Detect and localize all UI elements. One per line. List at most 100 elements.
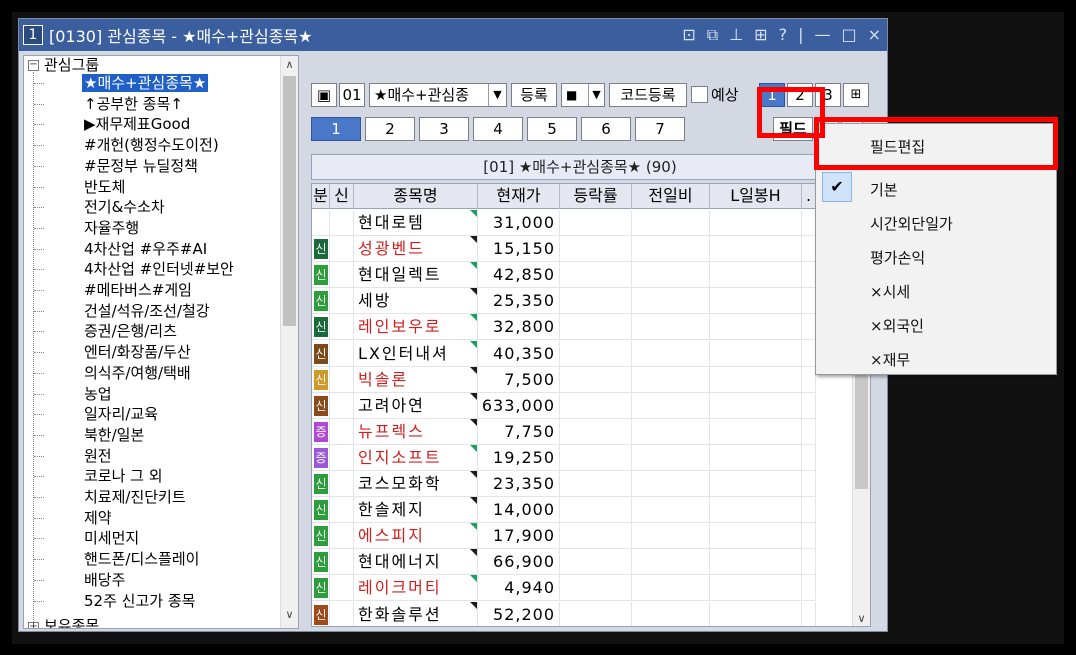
tree-item[interactable]: 코로나 그 외 (82, 467, 165, 485)
tree-item[interactable]: 의식주/여행/택배 (82, 364, 193, 382)
pin-icon[interactable]: ⊥ (729, 25, 743, 45)
stock-name: 레이크머티 (354, 575, 478, 602)
tree-item[interactable]: ▶재무제표Good (82, 115, 192, 133)
col-header-type[interactable]: 분 (312, 184, 330, 209)
col-header-new[interactable]: 신 (330, 184, 354, 209)
tree-item[interactable]: #문정부 뉴딜정책 (82, 157, 200, 175)
menu-item-valuation[interactable]: 평가손익 (870, 247, 925, 268)
col-header-change-rate[interactable]: 등락률 (560, 184, 632, 209)
table-row[interactable]: 현대로템 31,000 (312, 210, 857, 236)
stock-name-text: LX인터내셔 (358, 343, 449, 363)
tree-connector (34, 269, 44, 271)
tree-item[interactable]: 일자리/교육 (82, 405, 160, 423)
table-row[interactable]: 신 고려아연 633,000 (312, 392, 857, 419)
tree-item[interactable]: ↑공부한 종목↑ (82, 95, 185, 113)
link-icon[interactable]: ⊡ (682, 25, 695, 45)
table-row[interactable]: 신 레인보우로 32,800 (312, 314, 857, 341)
col-header-price[interactable]: 현재가 (478, 184, 560, 209)
table-row[interactable]: 신 한화솔루션 52,200 (312, 601, 857, 626)
table-row[interactable]: 신 성광벤드 15,150 (312, 236, 857, 263)
title-bar[interactable]: 1 [0130] 관심종목 - ★매수+관심종목★ ⊡ ⧉ ⊥ ⊞ ? | — … (19, 19, 887, 51)
table-row[interactable]: 신 현대에너지 66,900 (312, 549, 857, 576)
scroll-down-icon[interactable]: ∨ (281, 608, 298, 626)
minimize-icon[interactable]: — (814, 25, 830, 45)
grid-icon[interactable]: ⊞ (754, 25, 767, 45)
col-header-daily-candle[interactable]: L일봉H (710, 184, 802, 209)
group-select[interactable]: ★매수+관심종 ▼ (369, 83, 507, 107)
square-select[interactable]: ■ ▼ (561, 83, 605, 107)
tree-item[interactable]: 농업 (82, 385, 114, 403)
sub-tab-5[interactable]: 5 (527, 117, 577, 141)
collapse-icon[interactable]: − (28, 60, 39, 71)
tree-item[interactable]: 52주 신고가 종목 (82, 592, 197, 610)
table-row[interactable]: 증 뉴프렉스 7,750 (312, 418, 857, 445)
group-number[interactable]: 01 (339, 83, 365, 107)
tree-item[interactable]: 치료제/진단키트 (82, 488, 188, 506)
menu-item-finance[interactable]: ×재무 (870, 349, 910, 370)
tree-item[interactable]: #개헌(행정수도이전) (82, 136, 221, 154)
maximize-icon[interactable]: □ (841, 25, 856, 45)
corner-marker-icon (470, 601, 477, 609)
tree-item[interactable]: 4차산업 #우주#AI (82, 240, 209, 258)
empty-cell (802, 471, 816, 497)
expand-icon[interactable]: + (28, 622, 39, 628)
table-row[interactable]: 신 코스모화학 23,350 (312, 471, 857, 497)
col-header-more[interactable]: . (802, 184, 816, 209)
tree-item[interactable]: 건설/석유/조선/철강 (82, 302, 212, 320)
code-register-button[interactable]: 코드등록 (609, 83, 687, 107)
tree-item[interactable]: 제약 (82, 509, 114, 527)
menu-item-quote[interactable]: ×시세 (870, 281, 910, 302)
sub-tab-6[interactable]: 6 (581, 117, 631, 141)
sub-tab-7[interactable]: 7 (635, 117, 685, 141)
tree-root[interactable]: 관심그룹 (42, 56, 101, 74)
tree-item[interactable]: 원전 (82, 447, 114, 465)
help-icon[interactable]: ? (779, 25, 788, 45)
table-row[interactable]: 신 세방 25,350 (312, 288, 857, 315)
table-row[interactable]: 신 빅솔론 7,500 (312, 366, 857, 393)
menu-item-basic[interactable]: 기본 (870, 179, 898, 200)
scroll-up-icon[interactable]: ∧ (281, 58, 298, 76)
restore-copy-icon[interactable]: ⧉ (707, 25, 718, 45)
tree-item[interactable]: 배당주 (82, 571, 127, 589)
tree-item[interactable]: 전기&수소차 (82, 198, 167, 216)
corner-marker-icon (470, 314, 477, 322)
table-row[interactable]: 신 레이크머티 4,940 (312, 575, 857, 602)
col-header-name[interactable]: 종목명 (354, 184, 478, 209)
sub-tab-4[interactable]: 4 (473, 117, 523, 141)
scroll-down-icon[interactable]: ∨ (853, 612, 870, 625)
sub-tab-1[interactable]: 1 (311, 117, 361, 141)
table-row[interactable]: 신 현대일렉트 42,850 (312, 262, 857, 289)
tree-item[interactable]: ★매수+관심종목★ (82, 74, 209, 92)
dropdown-icon[interactable]: ▼ (588, 84, 604, 106)
tree-item[interactable]: 반도체 (82, 178, 127, 196)
table-row[interactable]: 증 인지소프트 19,250 (312, 444, 857, 471)
menu-item-foreigner[interactable]: ×외국인 (870, 315, 924, 336)
table-row[interactable]: 신 에스피지 17,900 (312, 523, 857, 550)
col-header-prev-diff[interactable]: 전일비 (632, 184, 710, 209)
tree-item[interactable]: 핸드폰/디스플레이 (82, 550, 201, 568)
sub-tab-3[interactable]: 3 (419, 117, 469, 141)
empty-cell (710, 497, 802, 524)
table-row[interactable]: 신 LX인터내셔 40,350 (312, 340, 857, 367)
dropdown-icon[interactable]: ▼ (488, 84, 506, 106)
scroll-thumb[interactable] (283, 76, 296, 326)
sub-tab-2[interactable]: 2 (365, 117, 415, 141)
table-row[interactable]: 신 한솔제지 14,000 (312, 497, 857, 524)
tree-item[interactable]: 미세먼지 (82, 529, 141, 547)
tree-item[interactable]: 증권/은행/리츠 (82, 322, 179, 340)
tree-item[interactable]: 북한/일본 (82, 426, 146, 444)
layout-icon[interactable]: ▣ (311, 83, 337, 107)
menu-item-after-hours[interactable]: 시간외단일가 (870, 213, 953, 234)
tree-item[interactable]: 엔터/화장품/두산 (82, 343, 193, 361)
tree-item[interactable]: 4차산업 #인터넷#보안 (82, 260, 236, 278)
tree-item[interactable]: 자율주행 (82, 219, 141, 237)
register-button[interactable]: 등록 (511, 83, 557, 107)
tree-connector (34, 393, 44, 395)
tree-scrollbar[interactable]: ∧ ∨ (280, 56, 298, 628)
type-cell: 신 (312, 497, 330, 524)
expand-panel-icon[interactable]: ⊞ (843, 83, 869, 107)
tree-root-2[interactable]: 보유종목 (42, 617, 101, 628)
tree-item[interactable]: #메타버스#게임 (82, 281, 194, 299)
close-icon[interactable]: × (868, 25, 881, 45)
forecast-checkbox[interactable] (691, 86, 708, 103)
